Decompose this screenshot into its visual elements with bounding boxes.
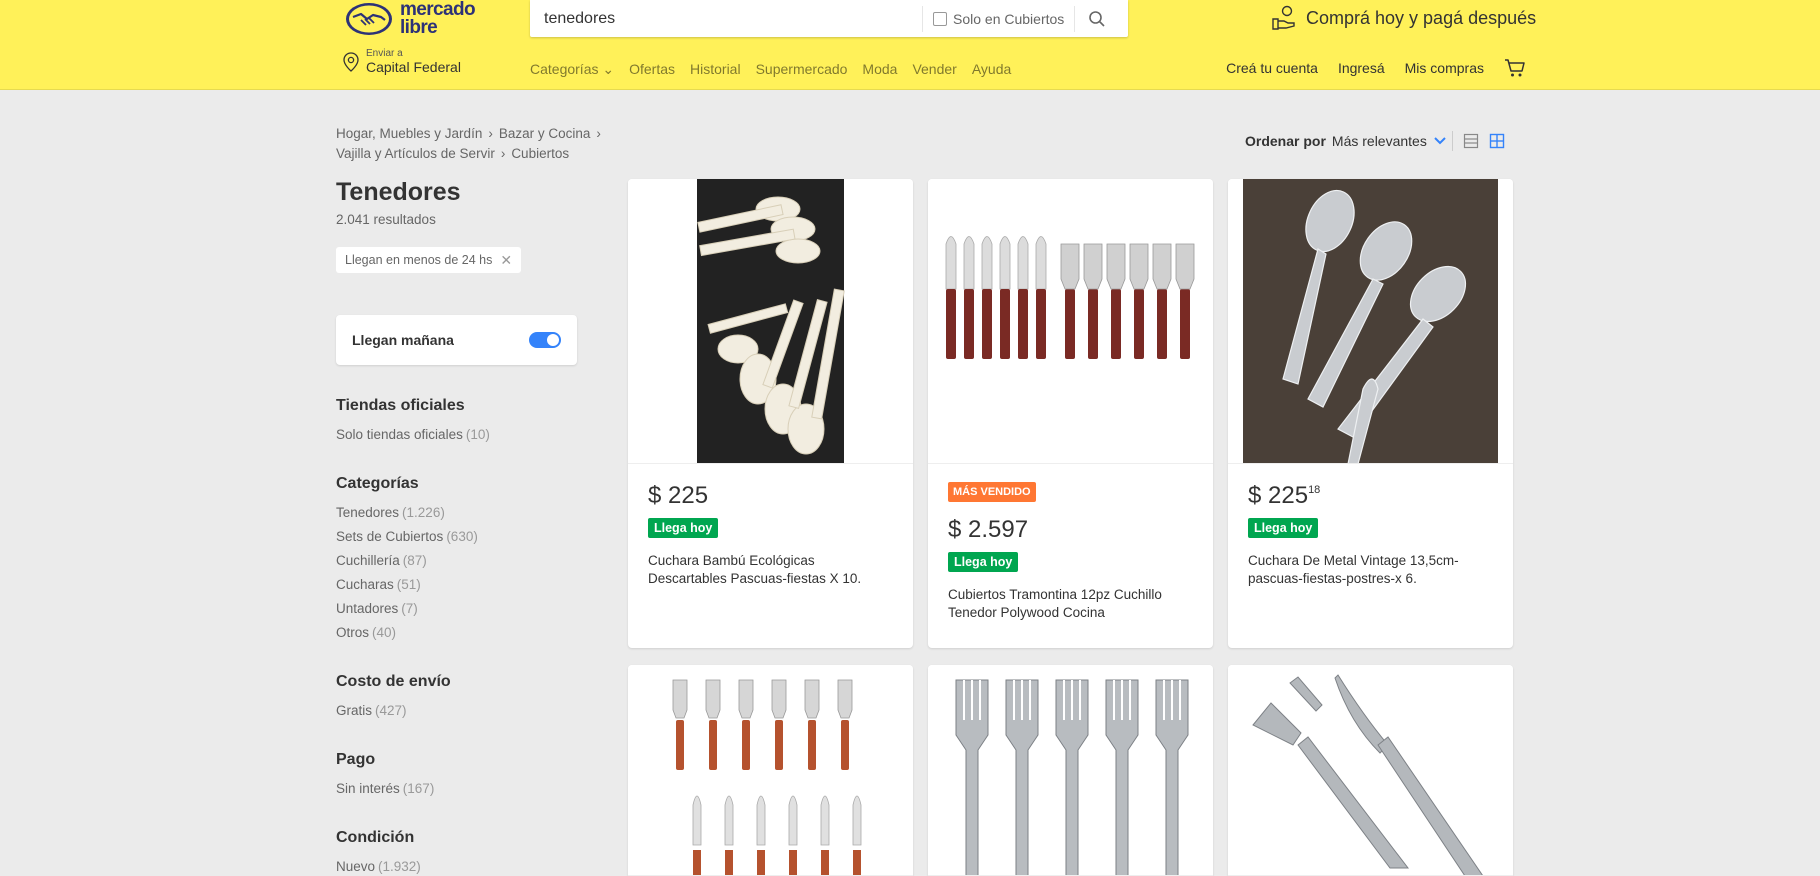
product-image[interactable] xyxy=(1228,179,1513,464)
chevron-right-icon: › xyxy=(596,126,601,141)
filter-item[interactable]: Sin interés (167) xyxy=(336,781,434,797)
filter-group-tiendas: Tiendas oficiales Solo tiendas oficiales… xyxy=(336,397,490,451)
filter-group-condicion: Condición Nuevo (1.932) xyxy=(336,829,421,876)
price-cents: 18 xyxy=(1308,484,1321,496)
category-filter-checkbox[interactable]: Solo en Cubiertos xyxy=(923,0,1074,37)
main-nav: Categorías ⌄ Ofertas Historial Supermerc… xyxy=(530,61,1011,78)
product-image[interactable] xyxy=(928,179,1213,464)
grid-view-icon[interactable] xyxy=(1489,133,1505,149)
filter-item[interactable]: Cucharas (51) xyxy=(336,577,478,593)
breadcrumb: Hogar, Muebles y Jardín › Bazar y Cocina › … xyxy=(336,124,636,164)
view-toggle xyxy=(1452,131,1505,151)
sort-value: Más relevantes xyxy=(1331,133,1427,149)
filter-group-title: Costo de envío xyxy=(336,673,451,690)
nav-historial[interactable]: Historial xyxy=(690,61,741,78)
toggle-switch[interactable] xyxy=(529,332,561,348)
filter-group-title: Condición xyxy=(336,829,415,846)
account-nav: Creá tu cuenta Ingresá Mis compras xyxy=(1226,58,1526,78)
my-purchases-link[interactable]: Mis compras xyxy=(1405,60,1484,76)
filter-group-title: Pago xyxy=(336,751,376,768)
close-icon[interactable]: ✕ xyxy=(500,252,512,269)
filter-item[interactable]: Solo tiendas oficiales (10) xyxy=(336,427,490,443)
product-image[interactable] xyxy=(628,665,913,876)
nav-categorias[interactable]: Categorías ⌄ xyxy=(530,61,614,78)
nav-moda[interactable]: Moda xyxy=(862,61,897,78)
search-icon xyxy=(1089,10,1105,27)
product-title[interactable]: Cubiertos Tramontina 12pz Cuchillo Tened… xyxy=(948,586,1193,622)
filter-group-envio: Costo de envío Gratis (427) xyxy=(336,673,451,727)
filter-item[interactable]: Nuevo (1.932) xyxy=(336,859,421,875)
applied-filter-chip[interactable]: Llegan en menos de 24 hs ✕ xyxy=(336,247,522,273)
delivery-badge: Llega hoy xyxy=(1248,518,1319,538)
toggle-label: Llegan mañana xyxy=(352,332,454,348)
filter-item[interactable]: Otros (40) xyxy=(336,625,478,641)
filter-label: Solo en Cubiertos xyxy=(953,10,1065,27)
product-card[interactable] xyxy=(628,665,913,876)
nav-ayuda[interactable]: Ayuda xyxy=(972,61,1011,78)
filter-group-categorias: Categorías Tenedores (1.226) Sets de Cubi… xyxy=(336,475,478,649)
product-card[interactable]: $ 225 Llega hoy Cuchara Bambú Ecológicas… xyxy=(628,179,913,648)
filter-group-title: Categorías xyxy=(336,475,419,492)
chevron-right-icon: › xyxy=(500,146,506,161)
credit-hand-icon xyxy=(1272,5,1295,30)
results-count: 2.041 resultados xyxy=(336,212,436,227)
checkbox-icon[interactable] xyxy=(933,11,947,26)
filter-group-title: Tiendas oficiales xyxy=(336,397,465,414)
filter-item[interactable]: Untadores (7) xyxy=(336,601,478,617)
product-card[interactable] xyxy=(1228,665,1513,876)
nav-ofertas[interactable]: Ofertas xyxy=(629,61,675,78)
sort-dropdown[interactable]: Ordenar por Más relevantes xyxy=(1245,133,1447,149)
best-seller-badge: MÁS VENDIDO xyxy=(948,482,1036,502)
product-image[interactable] xyxy=(1228,665,1513,876)
create-account-link[interactable]: Creá tu cuenta xyxy=(1226,60,1318,76)
list-view-icon[interactable] xyxy=(1463,133,1479,149)
product-price: $ 22518 xyxy=(1248,482,1321,509)
filter-item[interactable]: Gratis (427) xyxy=(336,703,451,719)
location-caption: Enviar a xyxy=(366,48,403,59)
mercadolibre-logo[interactable]: mercado libre xyxy=(344,0,484,38)
breadcrumb-item[interactable]: Cubiertos xyxy=(511,146,569,161)
delivery-badge: Llega hoy xyxy=(648,518,719,538)
product-image[interactable] xyxy=(928,665,1213,876)
promo-text: Comprá hoy y pagá después xyxy=(1306,7,1537,28)
page-title: Tenedores xyxy=(336,178,461,206)
breadcrumb-item[interactable]: Vajilla y Artículos de Servir xyxy=(336,146,495,161)
search-button[interactable] xyxy=(1075,0,1119,37)
chevron-down-icon: ⌄ xyxy=(602,61,615,77)
sort-label: Ordenar por xyxy=(1245,133,1326,149)
chevron-right-icon: › xyxy=(488,126,493,141)
search-bar: Solo en Cubiertos xyxy=(530,0,1128,37)
chip-label: Llegan en menos de 24 hs xyxy=(345,253,493,267)
delivery-badge: Llega hoy xyxy=(948,552,1019,572)
shipping-location[interactable]: Enviar a Capital Federal xyxy=(342,48,461,75)
logo-text: mercado libre xyxy=(400,0,476,38)
nav-supermercado[interactable]: Supermercado xyxy=(756,61,848,78)
handshake-logo-icon xyxy=(344,0,394,35)
arrives-tomorrow-filter: Llegan mañana xyxy=(336,315,577,365)
chevron-down-icon xyxy=(1434,137,1446,145)
search-input[interactable] xyxy=(530,0,922,37)
product-card[interactable]: MÁS VENDIDO $ 2.597 Llega hoy Cubiertos … xyxy=(928,179,1213,648)
product-title[interactable]: Cuchara De Metal Vintage 13,5cm-pascuas-… xyxy=(1248,552,1493,588)
nav-vender[interactable]: Vender xyxy=(912,61,956,78)
product-card[interactable]: $ 22518 Llega hoy Cuchara De Metal Vinta… xyxy=(1228,179,1513,648)
divider xyxy=(1452,131,1453,151)
product-image[interactable] xyxy=(628,179,913,464)
breadcrumb-item[interactable]: Bazar y Cocina xyxy=(499,126,591,141)
product-title[interactable]: Cuchara Bambú Ecológicas Descartables Pa… xyxy=(648,552,893,588)
login-link[interactable]: Ingresá xyxy=(1338,60,1385,76)
location-value: Capital Federal xyxy=(366,59,461,75)
cart-icon[interactable] xyxy=(1504,58,1526,78)
promo-banner[interactable]: Comprá hoy y pagá después xyxy=(1270,4,1536,32)
breadcrumb-item[interactable]: Hogar, Muebles y Jardín xyxy=(336,126,482,141)
filter-group-pago: Pago Sin interés (167) xyxy=(336,751,434,805)
filter-item[interactable]: Cuchillería (87) xyxy=(336,553,478,569)
product-price: $ 225 xyxy=(648,482,709,509)
product-card[interactable] xyxy=(928,665,1213,876)
header: mercadolibre Solo en Cubiertos Comprá ho… xyxy=(0,0,1820,90)
location-pin-icon xyxy=(343,51,359,72)
filter-item[interactable]: Tenedores (1.226) xyxy=(336,505,478,521)
product-price: $ 2.597 xyxy=(948,516,1029,543)
filter-item[interactable]: Sets de Cubiertos (630) xyxy=(336,529,478,545)
